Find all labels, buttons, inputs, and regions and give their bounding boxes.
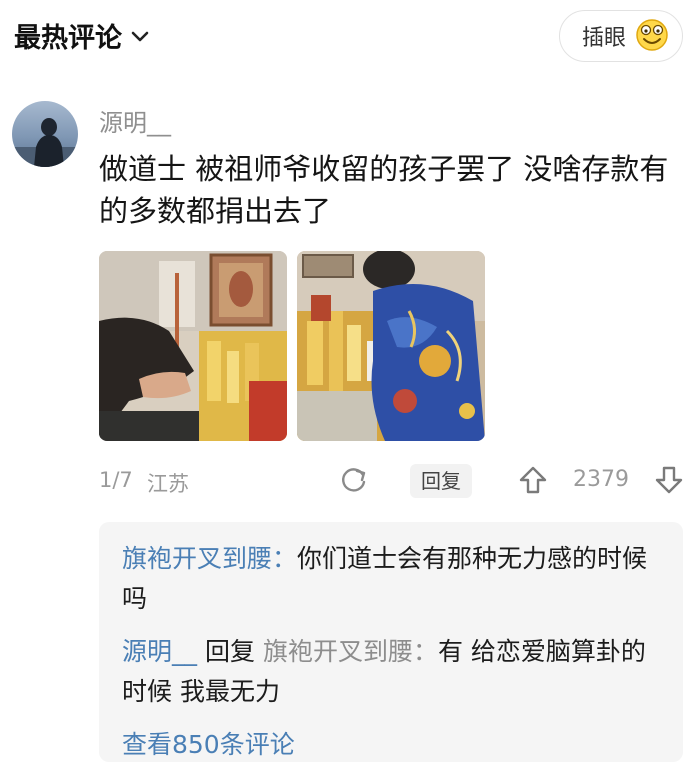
image-page-indicator: 1/7 <box>99 468 133 492</box>
smile-emoji-icon <box>634 16 670 56</box>
sort-dropdown[interactable]: 最热评论 <box>14 16 150 55</box>
reply-author[interactable]: 源明__ <box>122 637 197 666</box>
ip-location: 江苏 <box>147 472 189 496</box>
comment-text: 做道士 被祖师爷收留的孩子罢了 没啥存款有的多数都捐出去了 <box>99 152 669 228</box>
poke-button[interactable]: 插眼 <box>559 10 683 62</box>
reply-author[interactable]: 旗袍开叉到腰 <box>122 544 272 573</box>
comment-username[interactable]: 源明__ <box>99 103 171 138</box>
comment-photo-1[interactable] <box>99 251 287 441</box>
reply-button[interactable]: 回复 <box>410 464 472 498</box>
view-all-replies-link[interactable]: 查看850条评论 <box>122 725 295 761</box>
thumb-up-arrow-icon[interactable] <box>517 464 549 500</box>
reply-target[interactable]: 旗袍开叉到腰 <box>263 637 413 666</box>
comment-photo-2[interactable] <box>297 251 485 441</box>
reply-thread: 旗袍开叉到腰：你们道士会有那种无力感的时候吗 源明__ 回复 旗袍开叉到腰：有 … <box>99 522 683 762</box>
like-count: 2379 <box>573 467 629 492</box>
thumb-down-arrow-icon[interactable] <box>653 464 685 500</box>
comment-meta-row: 1/7 江苏 回复 2379 <box>0 460 690 504</box>
reply-colon: ： <box>412 637 438 666</box>
reply-colon: ： <box>272 544 298 573</box>
avatar[interactable] <box>12 101 78 167</box>
poke-label: 插眼 <box>582 26 627 51</box>
comments-header: 最热评论 插眼 <box>0 0 690 72</box>
chevron-down-icon <box>130 20 150 51</box>
sort-label: 最热评论 <box>14 23 122 54</box>
reply-item[interactable]: 源明__ 回复 旗袍开叉到腰：有 给恋爱脑算卦的时候 我最无力 <box>122 632 667 712</box>
reply-action: 回复 <box>204 637 255 666</box>
share-icon[interactable] <box>339 465 369 499</box>
reply-item[interactable]: 旗袍开叉到腰：你们道士会有那种无力感的时候吗 <box>122 539 667 619</box>
